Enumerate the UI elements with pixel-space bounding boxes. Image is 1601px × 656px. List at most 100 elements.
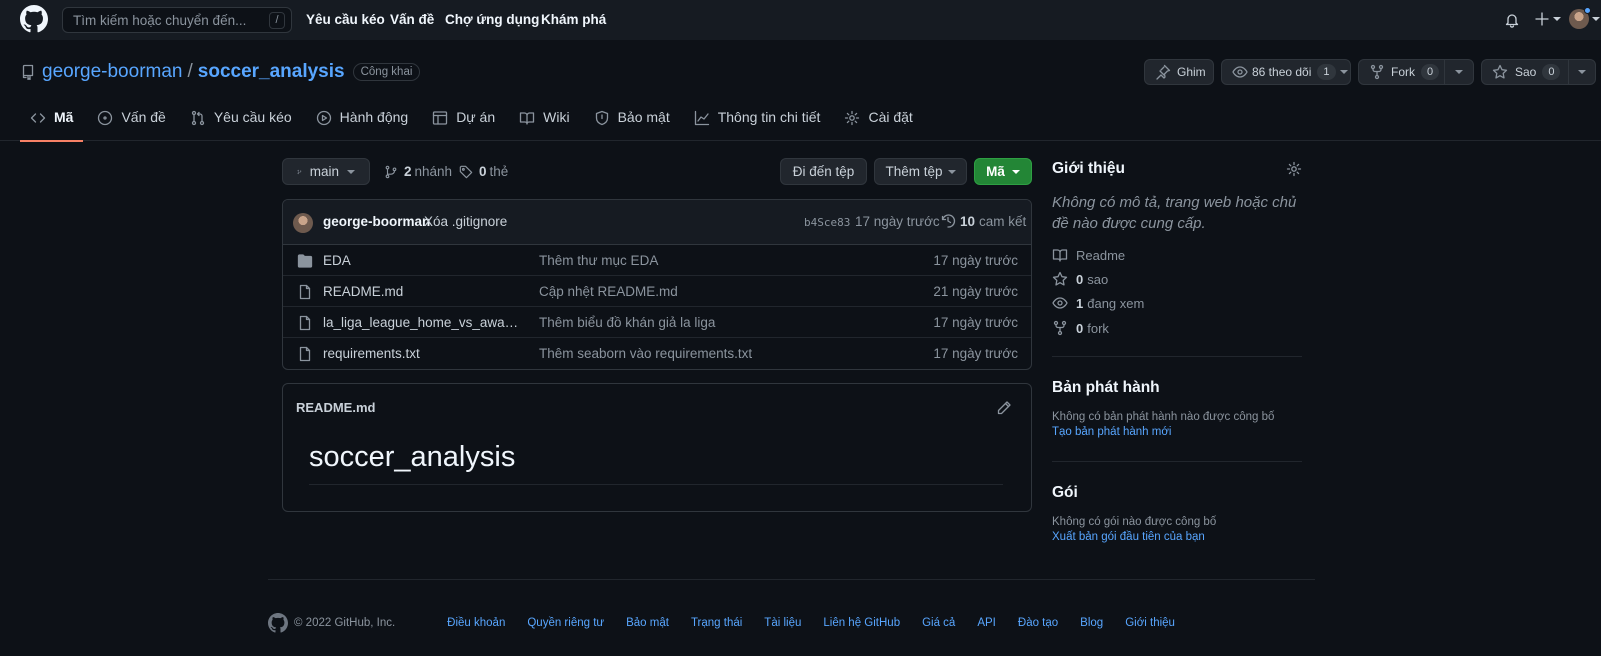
commit-sha-link[interactable]: b4Sce83 xyxy=(804,216,850,229)
tab-pull-requests[interactable]: Yêu cầu kéo xyxy=(176,104,302,142)
repo-owner-link[interactable]: george-boorman xyxy=(42,61,182,83)
footer-link-privacy[interactable]: Quyền riêng tư xyxy=(527,617,604,629)
file-commit-time: 17 ngày trước xyxy=(933,253,1018,268)
global-nav-issues[interactable]: Vấn đề xyxy=(390,12,434,27)
tab-actions[interactable]: Hành động xyxy=(302,104,419,142)
footer-link-status[interactable]: Trạng thái xyxy=(691,617,742,629)
branch-name: main xyxy=(309,164,339,179)
footer-link-blog[interactable]: Blog xyxy=(1080,617,1103,629)
file-row[interactable]: EDA Thêm thư mục EDA 17 ngày trước xyxy=(283,245,1031,276)
tab-code[interactable]: Mã xyxy=(20,104,84,142)
gear-icon[interactable] xyxy=(1286,161,1302,177)
book-icon xyxy=(519,112,535,125)
chevron-down-icon xyxy=(1011,169,1020,174)
user-menu-button[interactable] xyxy=(1569,7,1600,29)
star-button[interactable]: Sao 0 xyxy=(1481,59,1596,85)
forks-label: fork xyxy=(1087,320,1109,336)
notification-bell-icon[interactable] xyxy=(1504,12,1520,28)
watch-main[interactable]: 86 theo dõi 1 xyxy=(1222,64,1336,80)
tab-wiki[interactable]: Wiki xyxy=(505,104,579,142)
branch-icon xyxy=(385,165,397,178)
star-icon xyxy=(1492,64,1508,79)
file-commit-message[interactable]: Thêm thư mục EDA xyxy=(539,253,658,268)
fork-button[interactable]: Fork 0 xyxy=(1358,59,1474,85)
go-to-file-label: Đi đến tệp xyxy=(792,164,855,179)
search-input[interactable]: Tìm kiếm hoặc chuyển đến... / xyxy=(62,7,292,33)
tab-issues[interactable]: Vấn đề xyxy=(83,104,175,142)
tab-settings[interactable]: Cài đặt xyxy=(830,104,922,142)
go-to-file-button[interactable]: Đi đến tệp xyxy=(780,158,867,185)
file-commit-message[interactable]: Cập nhệt README.md xyxy=(539,284,678,299)
branches-link[interactable]: 2 nhánh xyxy=(384,164,452,179)
code-button-label: Mã xyxy=(986,164,1005,179)
file-name-link[interactable]: requirements.txt xyxy=(323,346,523,361)
global-nav-marketplace[interactable]: Chợ ứng dụng xyxy=(445,12,539,27)
footer-link-security[interactable]: Bảo mật xyxy=(626,617,669,629)
github-logo-icon[interactable] xyxy=(268,613,288,633)
branches-count: 2 xyxy=(404,164,412,179)
publish-package-link[interactable]: Xuất bản gói đầu tiên của bạn xyxy=(1052,531,1205,543)
footer-link-about[interactable]: Giới thiệu xyxy=(1125,617,1175,629)
avatar[interactable] xyxy=(293,213,313,233)
tags-link[interactable]: 0 thẻ xyxy=(459,164,508,179)
github-logo-icon[interactable] xyxy=(20,5,48,33)
file-name-link[interactable]: la_liga_league_home_vs_away_att... xyxy=(323,315,523,330)
commit-message-link[interactable]: Xóa .gitignore xyxy=(424,214,507,229)
search-placeholder: Tìm kiếm hoặc chuyển đến... xyxy=(73,13,247,28)
branch-select-button[interactable]: main xyxy=(282,158,370,185)
shield-icon xyxy=(595,110,608,126)
add-file-button[interactable]: Thêm tệp xyxy=(874,158,967,185)
repo-name-link[interactable]: soccer_analysis xyxy=(198,61,345,83)
readme-filename-link[interactable]: README.md xyxy=(296,400,375,415)
file-row[interactable]: requirements.txt Thêm seaborn vào requir… xyxy=(283,338,1031,369)
global-nav-explore[interactable]: Khám phá xyxy=(541,12,606,27)
watch-button[interactable]: 86 theo dõi 1 xyxy=(1221,59,1351,85)
packages-title[interactable]: Gói xyxy=(1052,484,1078,502)
file-commit-message[interactable]: Thêm biểu đồ khán giả la liga xyxy=(539,315,715,330)
fork-icon xyxy=(1370,64,1384,80)
tab-insights[interactable]: Thông tin chi tiết xyxy=(680,104,831,142)
releases-title[interactable]: Bản phát hành xyxy=(1052,379,1160,397)
commit-author-link[interactable]: george-boorman xyxy=(323,214,430,229)
eye-icon xyxy=(1232,66,1248,78)
file-commit-time: 17 ngày trước xyxy=(933,315,1018,330)
readme-label: Readme xyxy=(1076,247,1126,263)
footer-link-api[interactable]: API xyxy=(977,617,996,629)
watching-label: đang xem xyxy=(1087,295,1145,311)
chevron-down-icon xyxy=(1553,17,1561,21)
stars-link[interactable]: 0 sao xyxy=(1052,271,1108,287)
footer-link-terms[interactable]: Điều khoản xyxy=(447,617,505,629)
file-row[interactable]: README.md Cập nhệt README.md 21 ngày trư… xyxy=(283,276,1031,307)
star-main[interactable]: Sao 0 xyxy=(1482,64,1568,80)
file-icon xyxy=(299,315,311,331)
chevron-down-icon xyxy=(1592,17,1600,21)
code-download-button[interactable]: Mã xyxy=(974,158,1032,185)
forks-link[interactable]: 0 fork xyxy=(1052,320,1109,336)
watchers-link[interactable]: 1 đang xem xyxy=(1052,295,1144,311)
tab-label: Dự án xyxy=(456,109,496,125)
file-name-link[interactable]: README.md xyxy=(323,284,523,299)
tab-projects[interactable]: Dự án xyxy=(418,104,505,142)
footer-link-contact[interactable]: Liên hệ GitHub xyxy=(823,617,900,629)
create-release-link[interactable]: Tạo bản phát hành mới xyxy=(1052,426,1171,438)
global-nav-pull-requests[interactable]: Yêu cầu kéo xyxy=(306,12,385,27)
file-row[interactable]: la_liga_league_home_vs_away_att... Thêm … xyxy=(283,307,1031,338)
fork-main[interactable]: Fork 0 xyxy=(1359,64,1444,80)
readme-link[interactable]: Readme xyxy=(1052,247,1125,263)
tab-label: Cài đặt xyxy=(868,109,913,125)
file-commit-message[interactable]: Thêm seaborn vào requirements.txt xyxy=(539,346,752,361)
commit-history-link[interactable]: 10 cam kết xyxy=(940,213,1026,229)
pencil-icon[interactable] xyxy=(996,400,1012,416)
pin-button[interactable]: Ghim xyxy=(1144,59,1214,85)
footer-link-training[interactable]: Đào tạo xyxy=(1018,617,1058,629)
create-new-button[interactable] xyxy=(1534,11,1561,27)
file-commit-time: 17 ngày trước xyxy=(933,346,1018,361)
divider xyxy=(1444,60,1445,84)
footer-link-docs[interactable]: Tài liệu xyxy=(764,617,801,629)
tab-security[interactable]: Bảo mật xyxy=(580,104,680,142)
watch-label: 86 theo dõi xyxy=(1252,65,1312,79)
star-count: 0 xyxy=(1542,64,1561,80)
file-name-link[interactable]: EDA xyxy=(323,253,523,268)
divider xyxy=(1052,461,1302,462)
footer-link-pricing[interactable]: Giá cả xyxy=(922,617,955,629)
